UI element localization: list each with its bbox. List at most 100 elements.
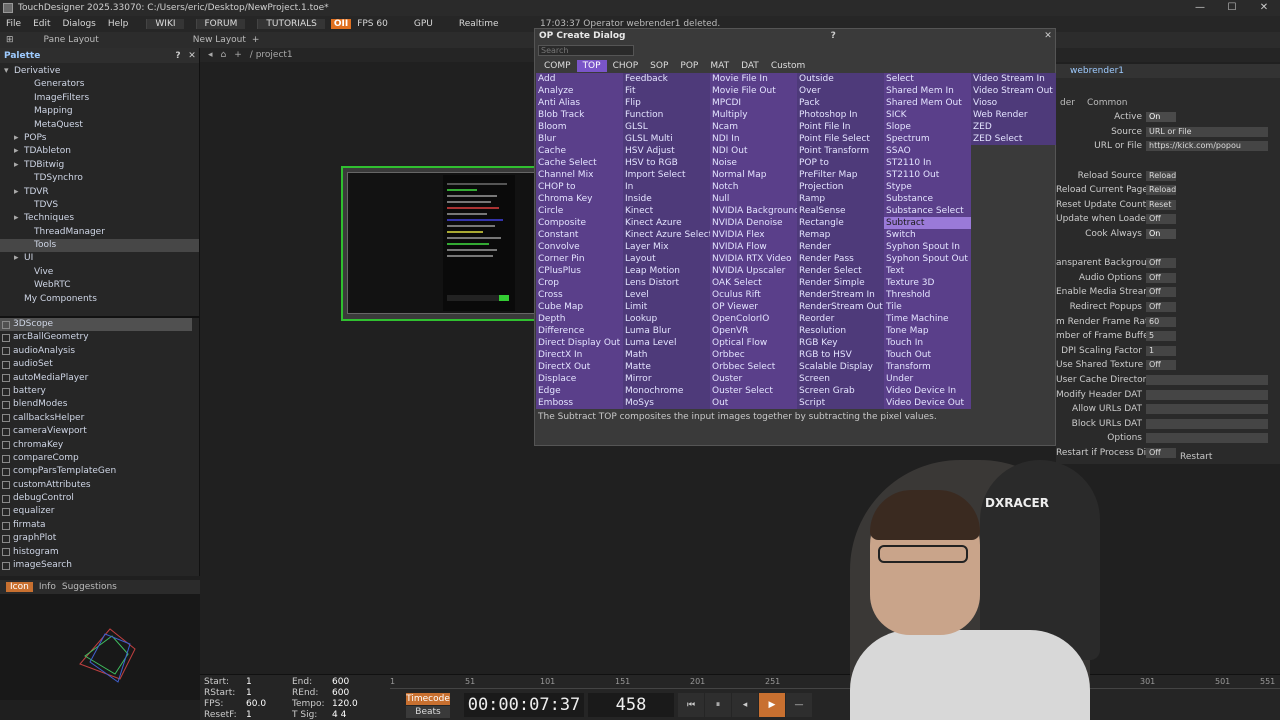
parameter-value[interactable]: 5 <box>1146 331 1176 342</box>
palette-list-item[interactable]: imageSearch <box>0 559 200 572</box>
palette-tree-item[interactable]: ▸ POPs <box>0 132 199 145</box>
palette-list-item[interactable]: customAttributes <box>0 479 200 492</box>
op-item[interactable]: ST2110 Out <box>884 169 971 181</box>
dialog-close-icon[interactable]: ✕ <box>1041 31 1055 41</box>
pause-icon[interactable]: ⏸ <box>705 693 731 717</box>
palette-list-item[interactable]: chromaKey <box>0 439 200 452</box>
step-forward-icon[interactable]: — <box>786 693 812 717</box>
op-item[interactable]: MPCDI <box>710 97 797 109</box>
play-icon[interactable]: ▶ <box>759 693 785 717</box>
expand-arrow-icon[interactable]: ▸ <box>14 132 24 145</box>
parameter-value[interactable]: On <box>1146 229 1176 240</box>
op-tab-mat[interactable]: MAT <box>704 60 735 72</box>
op-item[interactable]: Lookup <box>623 313 710 325</box>
menu-edit[interactable]: Edit <box>27 19 56 29</box>
close-icon[interactable]: ✕ <box>1248 0 1280 16</box>
close-palette-icon[interactable]: ✕ <box>185 51 199 61</box>
pane-layout-button[interactable]: Pane Layout <box>44 35 99 45</box>
op-tab-chop[interactable]: CHOP <box>607 60 645 72</box>
op-item[interactable]: Stype <box>884 181 971 193</box>
op-item[interactable]: Rectangle <box>797 217 884 229</box>
op-item[interactable]: NVIDIA Upscaler <box>710 265 797 277</box>
add-layout-icon[interactable]: + <box>252 35 260 45</box>
op-tab-comp[interactable]: COMP <box>538 60 577 72</box>
palette-list-item[interactable]: blendModes <box>0 398 200 411</box>
start-value[interactable]: 1 <box>246 677 252 687</box>
palette-tree-item[interactable]: ImageFilters <box>0 92 199 105</box>
parameter-value[interactable]: Reset <box>1146 199 1176 210</box>
op-item[interactable]: Subtract <box>884 217 971 229</box>
op-item[interactable]: CPlusPlus <box>536 265 623 277</box>
op-item[interactable]: Kinect Azure Select <box>623 229 710 241</box>
op-tab-pop[interactable]: POP <box>674 60 704 72</box>
dialog-help-icon[interactable]: ? <box>826 31 840 41</box>
op-item[interactable]: Normal Map <box>710 169 797 181</box>
op-item[interactable]: DirectX Out <box>536 361 623 373</box>
op-item[interactable]: RGB to HSV <box>797 349 884 361</box>
palette-tree-item[interactable]: Tools <box>0 239 199 253</box>
palette-list-item[interactable]: cameraViewport <box>0 425 200 438</box>
skip-start-icon[interactable]: ⏮ <box>678 693 704 717</box>
palette-tree-item[interactable]: TDSynchro <box>0 172 199 185</box>
palette-list-item[interactable]: debugControl <box>0 492 200 505</box>
expand-arrow-icon[interactable]: ▸ <box>14 252 24 265</box>
op-item[interactable]: Script <box>797 397 884 409</box>
palette-list-item[interactable]: arcBallGeometry <box>0 331 200 344</box>
op-item[interactable]: DirectX In <box>536 349 623 361</box>
op-item[interactable]: Transform <box>884 361 971 373</box>
op-item[interactable]: Fit <box>623 85 710 97</box>
op-item[interactable]: Layout <box>623 253 710 265</box>
op-item[interactable]: Tile <box>884 301 971 313</box>
menu-file[interactable]: File <box>0 19 27 29</box>
op-item[interactable]: Edge <box>536 385 623 397</box>
op-item[interactable]: Direct Display Out <box>536 337 623 349</box>
op-item[interactable]: Vioso <box>971 97 1058 109</box>
palette-tree-item[interactable]: ThreadManager <box>0 226 199 239</box>
op-item[interactable]: Remap <box>797 229 884 241</box>
parameter-value[interactable]: Off <box>1146 302 1176 313</box>
op-item[interactable]: Channel Mix <box>536 169 623 181</box>
op-item[interactable]: Projection <box>797 181 884 193</box>
rstart-value[interactable]: 1 <box>246 688 252 698</box>
op-item[interactable]: Ouster <box>710 373 797 385</box>
parameter-value[interactable]: https://kick.com/popou <box>1146 141 1268 152</box>
op-item[interactable]: RealSense <box>797 205 884 217</box>
op-item[interactable]: SSAO <box>884 145 971 157</box>
op-item[interactable]: Out <box>710 397 797 409</box>
op-item[interactable]: Circle <box>536 205 623 217</box>
op-item[interactable]: Slope <box>884 121 971 133</box>
op-item[interactable]: Syphon Spout In <box>884 241 971 253</box>
op-item[interactable]: ZED Select <box>971 133 1058 145</box>
palette-tree-item[interactable]: Generators <box>0 78 199 91</box>
op-item[interactable]: OP Viewer <box>710 301 797 313</box>
op-item[interactable]: Point File In <box>797 121 884 133</box>
parameter-value[interactable] <box>1146 433 1268 444</box>
menu-dialogs[interactable]: Dialogs <box>57 19 102 29</box>
tab-icon[interactable]: Icon <box>6 582 33 592</box>
op-item[interactable]: RGB Key <box>797 337 884 349</box>
op-item[interactable]: Resolution <box>797 325 884 337</box>
palette-tree-item[interactable]: ▸ UI <box>0 252 199 265</box>
op-item[interactable]: Math <box>623 349 710 361</box>
op-item[interactable]: Web Render <box>971 109 1058 121</box>
tutorials-button[interactable]: TUTORIALS <box>257 19 325 29</box>
op-tab-custom[interactable]: Custom <box>765 60 811 72</box>
op-item[interactable]: Convolve <box>536 241 623 253</box>
op-item[interactable]: Level <box>623 289 710 301</box>
expand-arrow-icon[interactable]: ▸ <box>14 212 24 225</box>
op-search-input[interactable]: Search <box>538 45 634 56</box>
palette-list-item[interactable]: equalizer <box>0 505 200 518</box>
op-item[interactable]: Lens Distort <box>623 277 710 289</box>
tab-info[interactable]: Info <box>39 582 56 592</box>
op-item[interactable]: Substance <box>884 193 971 205</box>
parameter-value[interactable]: URL or File <box>1146 126 1268 137</box>
op-item[interactable]: Ramp <box>797 193 884 205</box>
palette-tree-item[interactable]: ▾ Derivative <box>0 65 199 78</box>
beats-button[interactable]: Beats <box>406 706 450 718</box>
op-item[interactable]: Switch <box>884 229 971 241</box>
op-item[interactable]: Reorder <box>797 313 884 325</box>
palette-list-item[interactable]: compParsTemplateGen <box>0 465 200 478</box>
op-item[interactable]: Screen Grab <box>797 385 884 397</box>
expand-arrow-icon[interactable]: ▸ <box>14 186 24 199</box>
op-item[interactable]: NVIDIA Background <box>710 205 797 217</box>
